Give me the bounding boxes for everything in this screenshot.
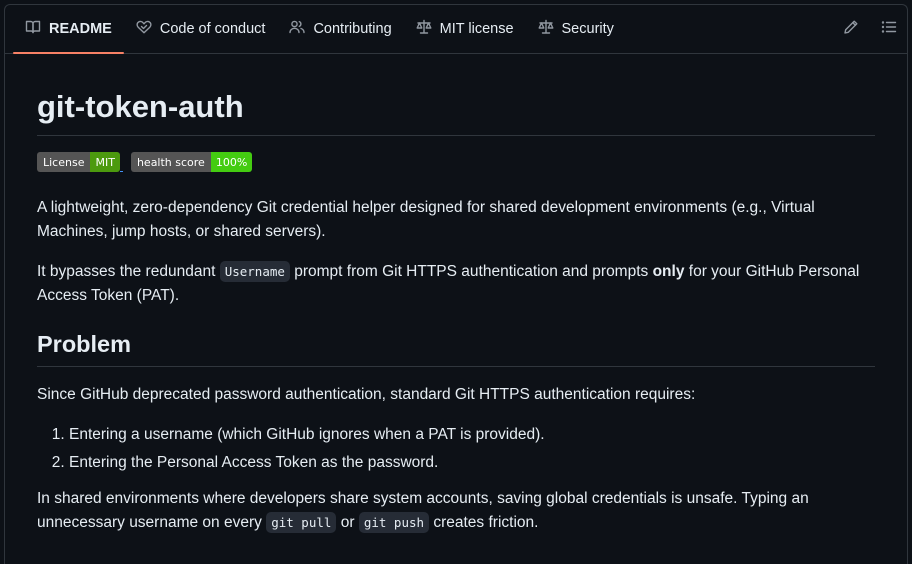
inline-code-username: Username — [219, 261, 290, 282]
license-badge[interactable]: License MIT — [37, 152, 120, 172]
shared-text-2: or — [336, 514, 359, 531]
inline-code-git-pull: git pull — [266, 512, 337, 533]
outline-button[interactable] — [879, 19, 899, 39]
inline-code-git-push: git push — [358, 512, 430, 533]
problem-paragraph: Since GitHub deprecated password authent… — [37, 386, 696, 403]
tab-mit-license-label: MIT license — [439, 21, 514, 37]
tab-code-of-conduct[interactable]: Code of conduct — [124, 5, 278, 53]
readme-tab-bar: README Code of conduct Contributing MIT … — [5, 5, 907, 54]
steps-list: Entering a username (which GitHub ignore… — [37, 423, 875, 475]
bypass-paragraph: It bypasses the redundant Username promp… — [37, 260, 875, 308]
readme-title: git-token-auth — [37, 88, 875, 136]
tab-mit-license[interactable]: MIT license — [404, 5, 526, 53]
health-score-badge-label: health score — [130, 152, 211, 172]
badge-row: License MIT health score 100% — [37, 152, 875, 172]
list-icon — [881, 19, 897, 40]
problem-heading: Problem — [37, 328, 875, 367]
readme-content: git-token-auth License MIT health score … — [5, 54, 907, 535]
pencil-icon — [843, 19, 859, 40]
bypass-text-2: prompt from Git HTTPS authentication and… — [289, 263, 653, 280]
license-badge-label: License — [37, 152, 91, 172]
license-badge-value: MIT — [90, 152, 120, 172]
intro-paragraph: A lightweight, zero-dependency Git crede… — [37, 199, 815, 240]
tab-contributing[interactable]: Contributing — [277, 5, 403, 53]
health-score-badge[interactable]: health score 100% — [130, 152, 253, 172]
edit-file-button[interactable] — [841, 19, 861, 39]
tab-security-label: Security — [561, 21, 614, 37]
bold-only: only — [652, 263, 685, 280]
shared-text-3: creates friction. — [429, 514, 539, 531]
heart-handshake-icon — [136, 19, 152, 39]
tab-security[interactable]: Security — [526, 5, 626, 53]
law-scale-icon — [538, 19, 554, 39]
book-icon — [25, 19, 41, 39]
bypass-text-1: It bypasses the redundant — [37, 263, 220, 280]
tab-readme-label: README — [49, 21, 112, 37]
people-icon — [289, 19, 306, 39]
tab-contributing-label: Contributing — [313, 21, 392, 37]
link-underline — [119, 171, 123, 172]
health-score-badge-value: 100% — [210, 152, 253, 172]
readme-actions — [841, 5, 899, 53]
tab-readme[interactable]: README — [13, 5, 124, 54]
shared-env-paragraph: In shared environments where developers … — [37, 487, 875, 535]
list-item: Entering a username (which GitHub ignore… — [69, 423, 875, 447]
law-scale-icon — [416, 19, 432, 39]
tab-code-of-conduct-label: Code of conduct — [159, 21, 266, 37]
list-item: Entering the Personal Access Token as th… — [69, 451, 875, 475]
readme-panel: README Code of conduct Contributing MIT … — [4, 4, 908, 564]
